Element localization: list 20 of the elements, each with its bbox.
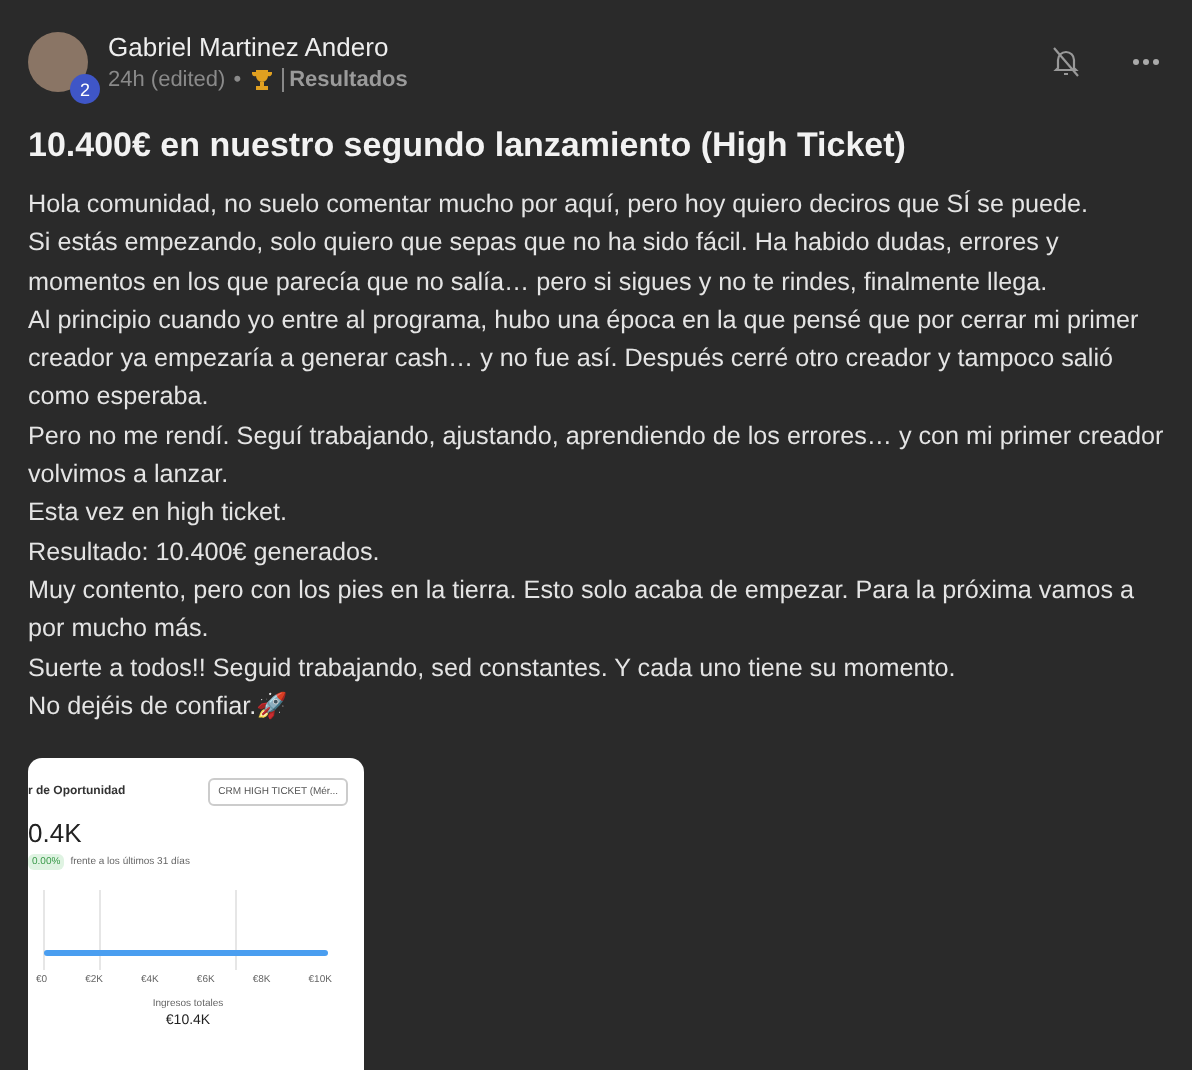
post-paragraph: Suerte a todos!! Seguid trabajando, sed constantes. Y cada uno tiene su momento. bbox=[28, 651, 958, 686]
avatar[interactable] bbox=[28, 32, 88, 92]
trophy-icon bbox=[249, 68, 274, 92]
post-paragraph: Hola comunidad, no suelo comentar mucho por aquí, pero hoy quiero deciros que SÍ se puede. bbox=[28, 188, 1090, 222]
separator-dot: • bbox=[233, 68, 242, 92]
post-paragraph: Resultado: 10.400€ generados. bbox=[28, 535, 382, 570]
level-badge: 2 bbox=[70, 74, 100, 104]
revenue-value: 0.4K bbox=[28, 818, 84, 849]
post-paragraph: No dejéis de confiar.🚀 bbox=[28, 689, 291, 724]
post-title: 10.400€ en nuestro segundo lanzamiento (High Ticket) bbox=[28, 126, 908, 166]
post-time: 24h (edited) bbox=[108, 68, 226, 92]
author-name[interactable]: Gabriel Martinez Andero bbox=[108, 32, 1004, 62]
post-paragraph: Si estás empezando, solo quiero que sepas que no ha sido fácil. Ha habido dudas, errores y momentos en los que parecía que no salía… pero si sigues y no te rindes, finalmente llega. bbox=[28, 226, 1061, 300]
post-paragraph: Al principio cuando yo entre al programa, hubo una época en la que pensé que por cerrar mi primer creador ya empezaría a generar cash… y no fue así. Después cerré otro creador y tampoco salió como esperaba. bbox=[28, 303, 1141, 415]
notifications-off-icon[interactable] bbox=[1048, 42, 1084, 82]
post-paragraph: Muy contento, pero con los pies en la tierra. Esto solo acaba de empezar. Para la próxima vamos a por mucho más. bbox=[28, 573, 1137, 647]
more-options-icon[interactable] bbox=[1128, 54, 1164, 70]
post-paragraph: Pero no me rendí. Seguí trabajando, ajustando, aprendiendo de los errores… y con mi primer creador volvimos a lanzar. bbox=[28, 419, 1164, 493]
category-link[interactable]: Resultados bbox=[281, 68, 408, 92]
post-paragraph: Esta vez en high ticket. bbox=[28, 496, 290, 531]
